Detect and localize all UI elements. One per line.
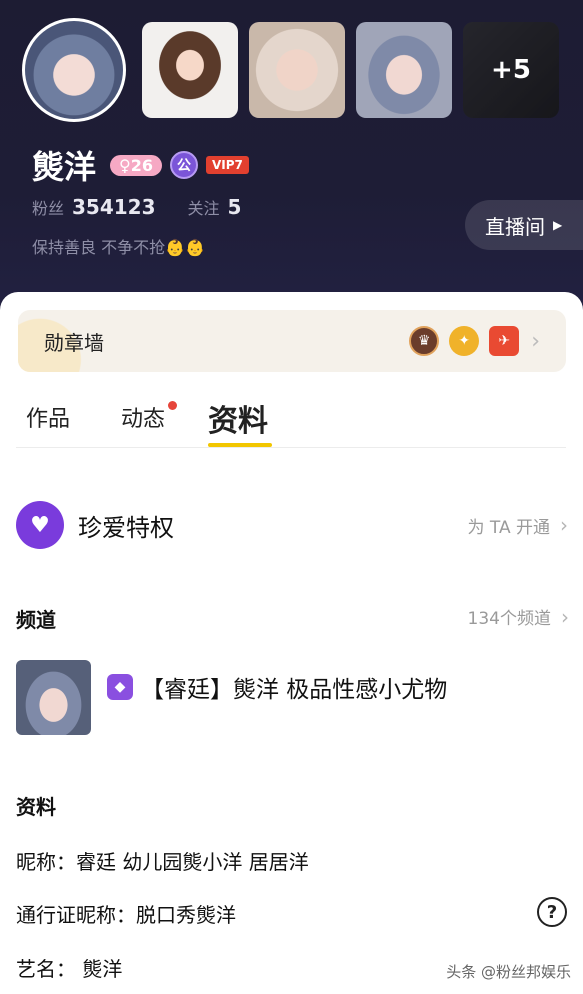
privilege-title: 珍爱特权 (78, 513, 174, 542)
medal-wall-title: 勋章墙 (44, 330, 104, 355)
photo-thumbnail[interactable] (356, 22, 452, 118)
fans-count[interactable]: 354123 (72, 195, 156, 219)
nickname-row: 昵称：睿廷 幼儿园熋小洋 居居洋 (16, 850, 309, 874)
channel-item[interactable]: ◆ 【睿廷】熋洋 极品性感小尤物 (16, 660, 568, 736)
user-name: 熋洋 (32, 148, 97, 186)
profile-header: +5 熋洋 ♀26 公 VIP7 粉丝 354123 关注 5 保持善良 不争不… (0, 0, 583, 320)
follow-count[interactable]: 5 (228, 195, 242, 219)
tab-dynamics[interactable]: 动态 (121, 401, 165, 433)
channel-name: 【睿廷】熋洋 极品性感小尤物 (141, 677, 448, 703)
photo-thumbnail[interactable] (142, 22, 238, 118)
medal-wall[interactable]: 勋章墙 ♛ ✦ ✈ › (18, 310, 566, 372)
stage-name-row: 艺名： 熋洋 (16, 957, 123, 981)
chevron-right-icon: › (560, 513, 568, 537)
info-section-title: 资料 (16, 795, 56, 819)
gold-medal-icon: ✦ (449, 326, 480, 356)
channel-section-title: 频道 (16, 608, 56, 632)
channel-avatar (16, 660, 91, 735)
watermark: 头条 @粉丝邦娱乐 (446, 963, 571, 981)
heart-wings-icon: ♥ (16, 501, 64, 549)
medal-list: ♛ ✦ ✈ (409, 326, 520, 356)
bio-text: 保持善良 不争不抢👶👶 (32, 238, 205, 257)
stats-row: 粉丝 354123 关注 5 (32, 195, 273, 219)
tab-profile[interactable]: 资料 (208, 396, 268, 440)
help-icon[interactable]: ? (537, 897, 567, 927)
fans-label: 粉丝 (32, 199, 65, 218)
more-photos-thumbnail[interactable]: +5 (463, 22, 559, 118)
crown-medal-icon: ♛ (409, 326, 440, 356)
guild-badge-icon[interactable]: 公 (170, 151, 198, 179)
chevron-right-icon: › (561, 604, 569, 629)
privilege-action: 为 TA 开通 (467, 517, 550, 538)
name-row: 熋洋 ♀26 公 VIP7 (32, 142, 249, 188)
tab-divider (16, 447, 566, 448)
live-room-label: 直播间 (485, 214, 545, 239)
photo-strip: +5 (22, 18, 559, 122)
play-triangle-icon: ▶ (553, 218, 563, 232)
vip-badge[interactable]: VIP7 (206, 156, 249, 174)
channel-count-link[interactable]: 134个频道 › (467, 604, 569, 630)
privilege-row[interactable]: ♥ 珍爱特权 为 TA 开通 › (16, 500, 568, 550)
pass-nickname-row: 通行证昵称：脱口秀熋洋 (16, 903, 236, 927)
notification-dot (168, 401, 177, 410)
channel-count: 134个频道 (467, 609, 551, 629)
plane-medal-icon: ✈ (489, 326, 520, 356)
photo-thumbnail[interactable] (249, 22, 345, 118)
avatar[interactable] (22, 18, 126, 122)
more-photos-count: +5 (463, 22, 559, 118)
live-room-button[interactable]: 直播间 ▶ (465, 200, 583, 250)
gem-badge-icon: ◆ (107, 674, 133, 700)
content-sheet (0, 292, 583, 994)
follow-label: 关注 (187, 199, 220, 218)
chevron-right-icon: › (531, 328, 540, 354)
tab-works[interactable]: 作品 (26, 401, 70, 433)
gender-age-badge: ♀26 (110, 154, 162, 176)
